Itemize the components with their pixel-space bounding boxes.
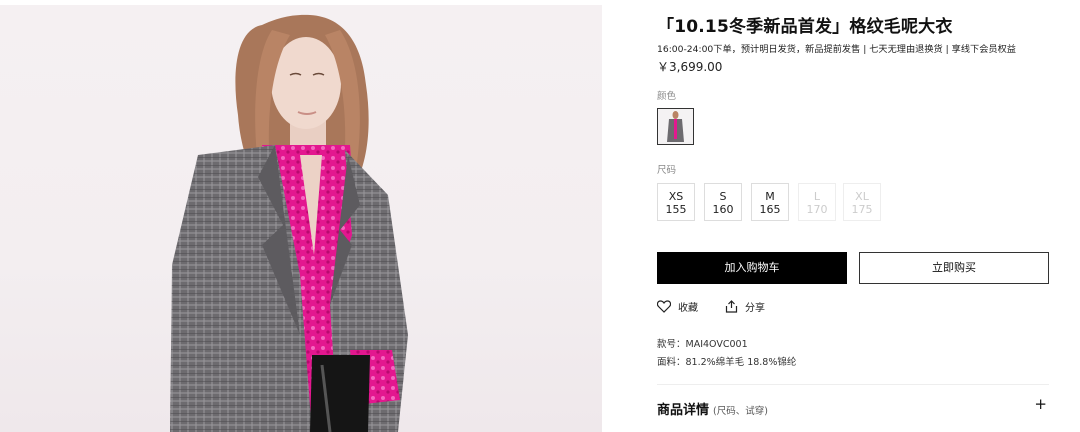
- fabric-composition: 面料：81.2%绵羊毛 18.8%锦纶: [657, 357, 797, 368]
- size-name: XS: [668, 190, 684, 203]
- size-name: L: [813, 190, 821, 203]
- size-label: 尺码: [657, 165, 677, 176]
- size-value: 155: [665, 203, 687, 216]
- size-value: 170: [806, 203, 828, 216]
- size-value: 165: [759, 203, 781, 216]
- swatch-thumbnail: [658, 109, 693, 144]
- size-value: 160: [712, 203, 734, 216]
- divider: [657, 384, 1049, 385]
- size-option-s[interactable]: S 160: [704, 183, 742, 221]
- expand-plus-icon[interactable]: +: [1034, 395, 1047, 413]
- size-option-xs[interactable]: XS 155: [657, 183, 695, 221]
- promo-text: 16:00-24:00下单，预计明日发货，新品提前发售 | 七天无理由退换货 |…: [657, 44, 1016, 55]
- share-icon: [725, 300, 738, 313]
- product-title: 「10.15冬季新品首发」格纹毛呢大衣: [657, 17, 953, 37]
- product-photo[interactable]: [0, 5, 602, 432]
- size-value: 175: [851, 203, 873, 216]
- share-button[interactable]: 分享: [725, 299, 765, 314]
- size-option-l: L 170: [798, 183, 836, 221]
- size-option-xl: XL 175: [843, 183, 881, 221]
- style-number: 款号：MAI4OVC001: [657, 339, 748, 350]
- size-name: M: [765, 190, 775, 203]
- detail-subtitle: (尺码、试穿): [713, 406, 768, 417]
- model-illustration: [170, 14, 408, 432]
- color-label: 颜色: [657, 91, 677, 102]
- buy-now-button[interactable]: 立即购买: [859, 252, 1049, 284]
- product-info-panel: 「10.15冬季新品首发」格纹毛呢大衣 16:00-24:00下单，预计明日发货…: [657, 0, 1049, 432]
- favorite-label: 收藏: [678, 303, 698, 314]
- detail-title: 商品详情: [657, 403, 710, 418]
- heart-icon: [657, 300, 671, 313]
- color-swatch[interactable]: [657, 108, 694, 145]
- add-to-cart-button[interactable]: 加入购物车: [657, 252, 847, 284]
- size-name: XL: [855, 190, 869, 203]
- product-price: ￥3,699.00: [657, 60, 723, 74]
- size-name: S: [719, 190, 727, 203]
- size-option-m[interactable]: M 165: [751, 183, 789, 221]
- product-details-toggle[interactable]: 商品详情 (尺码、试穿): [657, 399, 768, 418]
- share-label: 分享: [745, 303, 765, 314]
- favorite-button[interactable]: 收藏: [657, 299, 698, 314]
